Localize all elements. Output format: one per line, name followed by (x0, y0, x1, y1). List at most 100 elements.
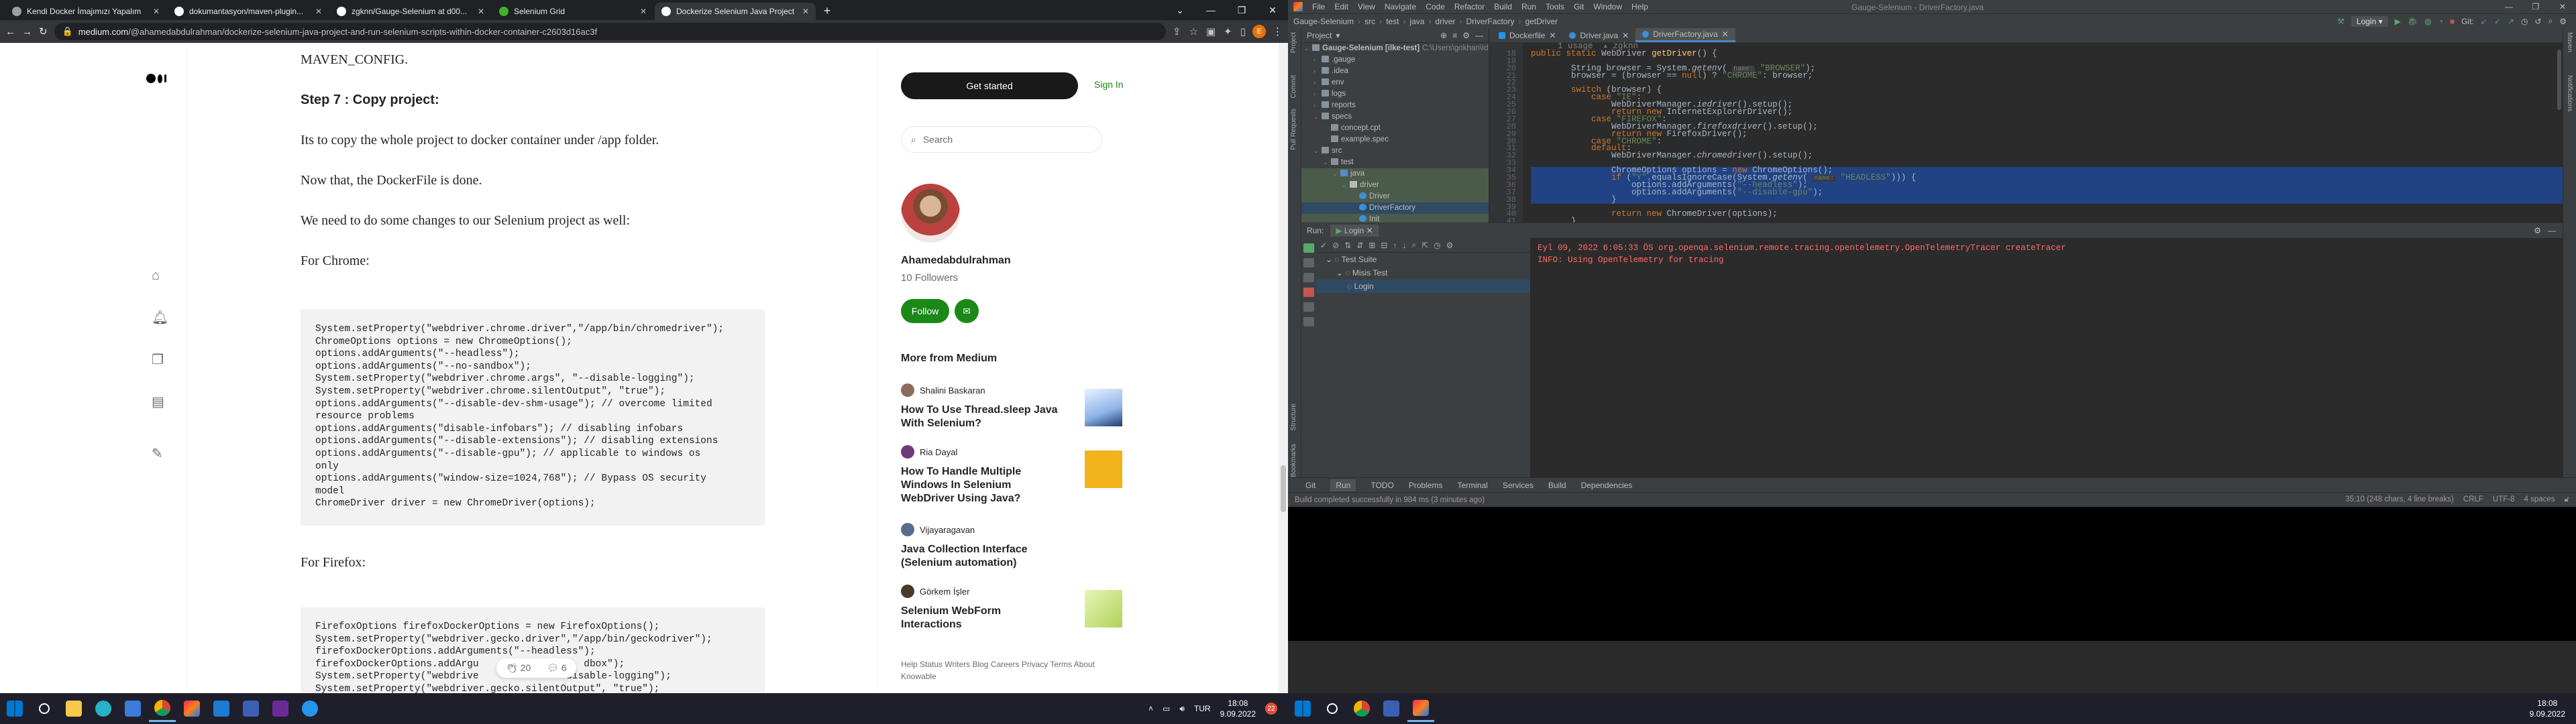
zoom-icon[interactable]: ⌕ (1411, 240, 1416, 250)
git-commit-icon[interactable]: ✓ (2494, 17, 2501, 26)
forward-icon[interactable]: → (22, 26, 32, 38)
network-icon[interactable]: ▭ (1163, 704, 1170, 713)
author-name[interactable]: Ahamedabdulrahman (901, 255, 1011, 267)
tree-node[interactable]: Driver (1301, 191, 1489, 202)
footer-links[interactable]: Help Status Writers Blog Careers Privacy… (901, 658, 1122, 682)
chevron-right-icon[interactable]: › (1313, 66, 1322, 77)
breadcrumb-item[interactable]: test (1386, 17, 1399, 26)
start-button[interactable] (1289, 695, 1316, 722)
chevron-down-icon[interactable]: ⌄ (1313, 145, 1322, 157)
chrome-menu-icon[interactable]: ⋮ (1273, 25, 1283, 38)
bottom-tab-problems[interactable]: Problems (1409, 481, 1443, 490)
project-view-selector[interactable]: Project (1307, 31, 1332, 40)
tray-chevron-icon[interactable]: ˄ (1148, 704, 1153, 713)
search-input[interactable]: ⌕ Search (901, 126, 1102, 153)
tree-node[interactable]: concept.cpt (1301, 123, 1489, 134)
code-content[interactable]: 1 usage ▴ zgknn public static WebDriver … (1531, 42, 2563, 223)
prev-icon[interactable]: ↑ (1393, 241, 1397, 250)
status-message[interactable]: Build completed successfully in 984 ms (… (1295, 496, 1485, 504)
hide-icon[interactable]: — (1475, 31, 1483, 40)
browser-tab-active[interactable]: Dockerize Selenium Java Project ✕ (655, 3, 816, 20)
stop-icon[interactable]: ■ (2450, 17, 2455, 26)
extension-icon[interactable]: ▣ (1206, 25, 1216, 38)
close-tab-icon[interactable]: ✕ (640, 7, 647, 16)
bottom-tab-dependencies[interactable]: Dependencies (1581, 481, 1633, 490)
build-hammer-icon[interactable]: ⚒ (2337, 17, 2345, 26)
stories-icon[interactable]: ▤ (152, 394, 168, 410)
chevron-down-icon[interactable]: ⌄ (1313, 111, 1322, 123)
clock[interactable]: 18:08 9.09.2022 (1220, 698, 1256, 719)
editor-tab-active[interactable]: DriverFactory.java ✕ (1635, 28, 1735, 42)
indent-setting[interactable]: 4 spaces (2524, 495, 2555, 504)
tree-node[interactable]: › reports (1301, 100, 1489, 111)
tool-window-notifications[interactable]: Notifications (2566, 75, 2573, 111)
subscribe-email-button[interactable]: ✉ (955, 299, 979, 323)
sidepanel-icon[interactable]: ▯ (1240, 25, 1246, 38)
new-tab-button[interactable]: + (817, 3, 837, 20)
chevron-right-icon[interactable]: › (1313, 77, 1322, 88)
notifications-bell-icon[interactable]: 🔔︎ (152, 309, 168, 326)
taskbar-chrome[interactable] (1348, 695, 1375, 722)
extensions-puzzle-icon[interactable]: ✦ (1224, 25, 1232, 38)
tool-window-structure[interactable]: Structure (1290, 404, 1297, 431)
tool-window-commit[interactable]: Commit (1290, 75, 1297, 98)
sort-icon[interactable]: ⇅ (1344, 241, 1351, 250)
chevron-right-icon[interactable]: › (1313, 88, 1322, 100)
menu-refactor[interactable]: Refactor (1454, 2, 1485, 11)
story-title[interactable]: Java Collection Interface (Selenium auto… (901, 543, 1062, 570)
menu-git[interactable]: Git (1574, 2, 1584, 11)
run-tab[interactable]: ▶ Login ✕ (1330, 225, 1379, 237)
story-thumbnail[interactable] (1085, 389, 1122, 426)
maximize-button[interactable]: ❐ (1226, 5, 1257, 16)
tree-node[interactable]: › env (1301, 77, 1489, 88)
breadcrumb-item[interactable]: getDriver (1525, 17, 1558, 26)
test-node[interactable]: ⌄ ◌ Test Suite (1316, 253, 1530, 266)
browser-tab[interactable]: dokumantasyon/maven-plugin... ✕ (168, 3, 329, 20)
tool-window-pull-requests[interactable]: Pull Requests (1290, 109, 1297, 150)
tree-node[interactable]: example.spec (1301, 134, 1489, 145)
taskbar-edge[interactable] (90, 695, 117, 722)
menu-navigate[interactable]: Navigate (1385, 2, 1416, 11)
taskbar-app[interactable] (237, 695, 264, 722)
close-window-button[interactable]: ✕ (1257, 5, 1288, 16)
close-tab-icon[interactable]: ✕ (153, 7, 160, 16)
share-icon[interactable]: ⇪ (1173, 25, 1181, 38)
bottom-tab-git[interactable]: Git (1305, 481, 1316, 490)
settings-gear-icon[interactable]: ⚙ (1446, 241, 1454, 250)
taskbar-explorer[interactable] (60, 695, 87, 722)
lock-icon[interactable]: 🔓︎ (2565, 495, 2569, 504)
medium-logo[interactable] (146, 74, 166, 83)
recommended-story[interactable]: Görkem İşler Selenium WebForm Interactio… (901, 585, 1122, 631)
follower-count[interactable]: 10 Followers (901, 272, 958, 284)
debug-icon[interactable]: 🐞︎ (2408, 17, 2418, 26)
home-icon[interactable]: ⌂ (152, 268, 168, 284)
rollback-icon[interactable]: ↺ (2534, 17, 2541, 26)
tree-node[interactable]: ⌄ specs (1301, 111, 1489, 123)
breadcrumb-item[interactable]: java (1409, 17, 1424, 26)
tool-window-maven[interactable]: Maven (2566, 32, 2573, 52)
locate-icon[interactable]: ⊕ (1440, 31, 1447, 40)
settings-gear-icon[interactable]: ⚙ (1462, 31, 1470, 40)
next-icon[interactable]: ↓ (1402, 241, 1406, 250)
chevron-down-icon[interactable]: ▾ (1336, 31, 1340, 40)
tree-node[interactable]: ⌄ src (1301, 145, 1489, 157)
stop-icon[interactable] (1303, 288, 1314, 297)
git-history-icon[interactable]: ◷ (2521, 17, 2528, 26)
tool-window-project[interactable]: Project (1290, 32, 1297, 53)
profile-avatar[interactable]: E (1252, 25, 1266, 38)
close-tab-icon[interactable]: ✕ (802, 7, 809, 16)
clock[interactable]: 18:08 9.09.2022 (2530, 698, 2565, 719)
test-node-selected[interactable]: ◌ Login (1316, 280, 1530, 293)
menu-code[interactable]: Code (1426, 2, 1445, 11)
taskbar-vscode[interactable] (208, 695, 235, 722)
show-passed-icon[interactable]: ✓ (1320, 241, 1327, 250)
sign-in-link[interactable]: Sign In (1094, 79, 1124, 90)
close-window-button[interactable]: ✕ (2549, 2, 2576, 11)
tree-node[interactable]: › .gauge (1301, 54, 1489, 66)
taskbar-store[interactable] (119, 695, 146, 722)
bottom-tab-build[interactable]: Build (1548, 481, 1566, 490)
browser-tab[interactable]: Kendi Docker İmajımızı Yapalım ✕ (5, 3, 166, 20)
run-icon[interactable]: ▶ (2395, 17, 2401, 26)
hide-icon[interactable]: — (2548, 226, 2556, 235)
tree-root[interactable]: ⌄ Gauge-Selenium [ilke-test] C:\Users\gokh… (1301, 43, 1489, 54)
